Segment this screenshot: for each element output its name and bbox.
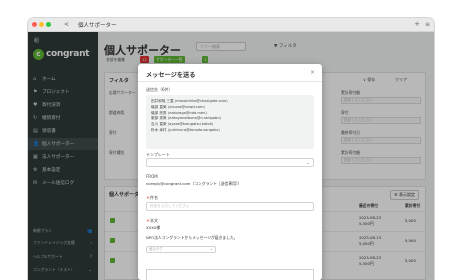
subject-label: ＊件名 — [146, 195, 158, 200]
chevron-down-icon: ⌄ — [306, 160, 310, 165]
maximize-window-button[interactable] — [46, 22, 51, 27]
body-line[interactable]: XXXX様 — [146, 225, 160, 231]
from-label: FROM — [146, 174, 158, 179]
minimize-window-button[interactable] — [39, 22, 44, 27]
recipient-item: 鈴木 幸村 (yukimura@tonoda.songoku) — [151, 127, 220, 132]
window-title: 個人サポーター — [78, 23, 117, 29]
chevron-down-icon: ⌄ — [209, 247, 213, 251]
dialog-title: メッセージを送る — [146, 72, 196, 79]
template-select[interactable]: ⌄ — [146, 158, 314, 167]
body-label: ＊本文 — [146, 218, 158, 223]
subject-input[interactable]: 件名を入力してください — [146, 202, 314, 211]
back-icon[interactable]: < — [64, 21, 69, 28]
close-window-button[interactable] — [32, 22, 37, 27]
insert-tag-placeholder: 差込タグ — [149, 247, 163, 251]
close-icon[interactable]: × — [310, 69, 315, 76]
recipients-label: 送信先（6件） — [146, 87, 173, 92]
insert-tag-select[interactable]: 差込タグ ⌄ — [146, 246, 216, 253]
menu-icon[interactable]: ≡ — [425, 21, 430, 28]
recipients-list: 田井和哉 三菱 (mosoichiko@chosigate.com) 磯部 直美… — [146, 95, 314, 149]
screen: < 個人サポーター + ≡ 組 c congrant ⌂ ホーム ⚑ プロジェク… — [0, 0, 460, 280]
title-bar: < 個人サポーター + ≡ — [28, 18, 434, 32]
body-label-text: 本文 — [150, 218, 158, 223]
from-value: noreply@congrant.com（コングラント［送信専用］） — [146, 181, 242, 186]
divider — [138, 81, 322, 82]
body-textarea[interactable] — [146, 269, 314, 280]
send-message-dialog: メッセージを送る × 送信先（6件） 田井和哉 三菱 (mosoichiko@c… — [138, 64, 322, 280]
new-tab-icon[interactable]: + — [414, 20, 420, 28]
body-line[interactable]: NPO法人コングラントからメッセージが届きました。 — [146, 235, 238, 241]
subject-label-text: 件名 — [150, 195, 158, 200]
